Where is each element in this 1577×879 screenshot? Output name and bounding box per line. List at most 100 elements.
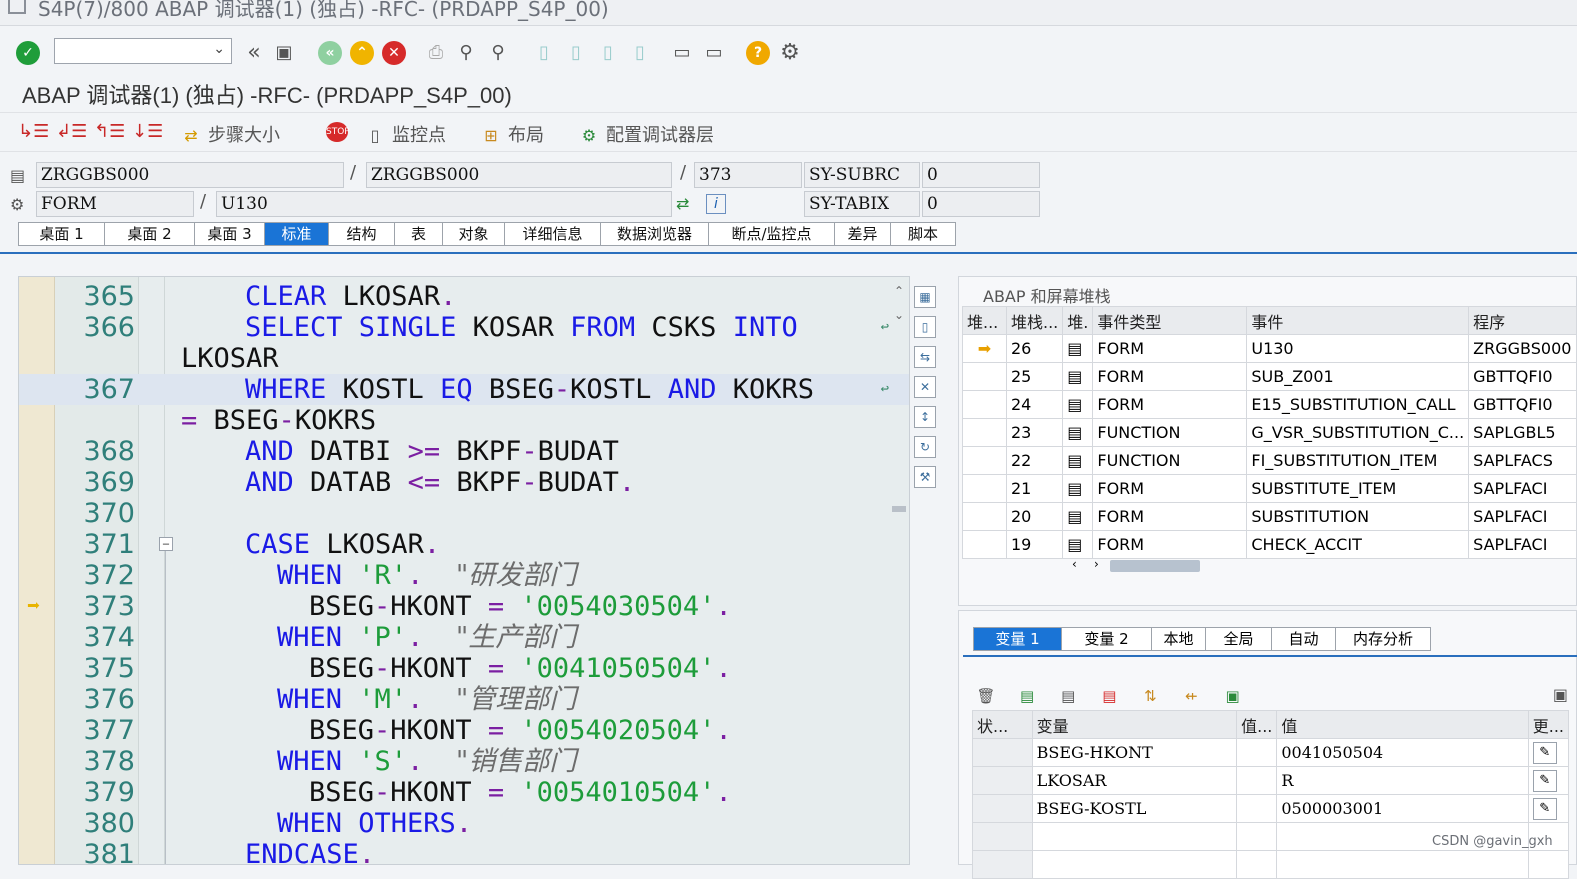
save-icon[interactable]: ▣ xyxy=(1553,685,1568,704)
tab-details[interactable]: 详细信息 xyxy=(505,223,601,245)
code-line[interactable]: = BSEG-KOKRS xyxy=(19,405,909,436)
column-header[interactable]: 状... xyxy=(972,710,1033,739)
tab-auto[interactable]: 自动 xyxy=(1272,628,1336,650)
import-icon[interactable]: ▣ xyxy=(1222,685,1244,707)
editor-scrollbar[interactable]: ⌃ ⌄ xyxy=(888,280,910,865)
scroll-right-icon[interactable]: › xyxy=(1094,557,1099,571)
step-into-icon[interactable]: ↳☰ xyxy=(18,121,49,142)
code-line[interactable]: 372 WHEN 'R'. "研发部门 xyxy=(19,560,909,591)
first-page-icon[interactable]: ▯ xyxy=(532,41,556,65)
table-row[interactable]: 24 ▤ FORM E15_SUBSTITUTION_CALL GBTTQFI0 xyxy=(962,390,1577,419)
tab-memory-analysis[interactable]: 内存分析 xyxy=(1336,628,1430,650)
table-row[interactable]: 19 ▤ FORM CHECK_ACCIT SAPLFACI xyxy=(962,530,1577,559)
stack-hscroll[interactable]: ‹ › xyxy=(1068,557,1208,572)
code-line[interactable]: 375 BSEG-HKONT = '0041050504'. xyxy=(19,653,909,684)
code-line[interactable]: 381 ENDCASE. xyxy=(19,839,909,864)
table-row[interactable]: LKOSAR R ✎ xyxy=(972,766,1570,795)
table-row[interactable]: 25 ▤ FORM SUB_Z001 GBTTQFI0 xyxy=(962,362,1577,391)
tab-desktop-2[interactable]: 桌面 2 xyxy=(105,223,195,245)
append-row-icon[interactable]: ▤ xyxy=(1057,685,1079,707)
code-line[interactable]: 369 AND DATAB <= BKPF-BUDAT. xyxy=(19,467,909,498)
watchpoint-button[interactable]: ▯ 监控点 xyxy=(364,121,446,147)
column-header[interactable]: 更... xyxy=(1527,710,1570,739)
fold-toggle-icon[interactable]: − xyxy=(159,537,173,551)
last-page-icon[interactable]: ▯ xyxy=(628,41,652,65)
tools-icon[interactable]: ⚒ xyxy=(914,466,936,488)
grid-icon[interactable]: ▦ xyxy=(914,286,936,308)
scroll-up-icon[interactable]: ⌃ xyxy=(894,284,904,298)
remove-row-icon[interactable]: ▤ xyxy=(1098,685,1120,707)
tab-desktop-3[interactable]: 桌面 3 xyxy=(195,223,265,245)
transfer-icon[interactable]: ⇅ xyxy=(1139,685,1161,707)
scroll-thumb[interactable] xyxy=(892,506,906,512)
step-over-icon[interactable]: ↲☰ xyxy=(56,121,87,142)
code-line[interactable]: 370 xyxy=(19,498,909,529)
tab-structure[interactable]: 结构 xyxy=(329,223,395,245)
scroll-thumb[interactable] xyxy=(1110,560,1200,572)
expand-icon[interactable]: ⇷ xyxy=(1180,685,1202,707)
tab-data-browser[interactable]: 数据浏览器 xyxy=(601,223,709,245)
table-row[interactable]: 20 ▤ FORM SUBSTITUTION SAPLFACI xyxy=(962,502,1577,531)
insert-row-icon[interactable]: ▤ xyxy=(1016,685,1038,707)
column-header[interactable]: 堆... xyxy=(962,306,1007,335)
tab-global[interactable]: 全局 xyxy=(1206,628,1272,650)
tab-script[interactable]: 脚本 xyxy=(891,223,955,245)
command-field[interactable]: ⌄ xyxy=(54,38,232,64)
column-header[interactable]: 值... xyxy=(1236,710,1278,739)
edit-pencil-icon[interactable]: ✎ xyxy=(1532,742,1557,764)
tab-variables-2[interactable]: 变量 2 xyxy=(1062,628,1152,650)
table-row[interactable]: BSEG-HKONT 0041050504 ✎ xyxy=(972,738,1570,767)
print-icon[interactable]: ⎙ xyxy=(424,41,448,65)
tab-desktop-1[interactable]: 桌面 1 xyxy=(19,223,105,245)
scroll-left-icon[interactable]: ‹ xyxy=(1072,557,1077,571)
code-line[interactable]: 367 WHERE KOSTL EQ BSEG-KOSTL AND KOKRS ↩ xyxy=(19,374,909,405)
column-header[interactable]: 堆栈... xyxy=(1005,306,1064,335)
column-header[interactable]: 堆. xyxy=(1062,306,1094,335)
source-code-editor[interactable]: 365 CLEAR LKOSAR. 366 SELECT SINGLE KOSAR F… xyxy=(18,276,910,865)
find-next-icon[interactable]: ⚲ xyxy=(486,41,510,65)
settings-gear-icon[interactable]: ⚙ xyxy=(778,41,802,65)
code-line[interactable]: 380 WHEN OTHERS. xyxy=(19,808,909,839)
scroll-down-icon[interactable]: ⌄ xyxy=(894,308,904,322)
continue-icon[interactable]: ↓☰ xyxy=(132,121,163,142)
table-row[interactable]: 23 ▤ FUNCTION G_VSR_SUBSTITUTION_C... SAPLGB… xyxy=(962,418,1577,447)
column-header[interactable]: 事件 xyxy=(1246,306,1470,335)
code-line[interactable]: LKOSAR xyxy=(19,343,909,374)
column-header[interactable]: 值 xyxy=(1276,710,1529,739)
help-icon[interactable]: ? xyxy=(746,41,770,65)
navigate-icon[interactable]: ⇄ xyxy=(676,194,689,213)
info-icon[interactable]: i xyxy=(706,194,726,214)
close-panel-icon[interactable]: ✕ xyxy=(914,376,936,398)
edit-pencil-icon[interactable]: ✎ xyxy=(1532,770,1557,792)
previous-page-icon[interactable]: ▯ xyxy=(564,41,588,65)
table-row[interactable]: 21 ▤ FORM SUBSTITUTE_ITEM SAPLFACI xyxy=(962,474,1577,503)
table-row[interactable]: ➡ 26 ▤ FORM U130 ZRGGBS000 xyxy=(962,334,1577,363)
new-session-icon[interactable]: ▭ xyxy=(670,41,694,65)
column-header[interactable]: 变量 xyxy=(1031,710,1238,739)
cancel-icon[interactable]: ✕ xyxy=(382,41,406,65)
tab-table[interactable]: 表 xyxy=(395,223,443,245)
delete-icon[interactable]: 🗑 xyxy=(975,685,997,707)
stop-button[interactable]: STOP xyxy=(326,121,354,142)
code-line[interactable]: 376 WHEN 'M'. "管理部门 xyxy=(19,684,909,715)
swap-icon[interactable]: ⇆ xyxy=(914,346,936,368)
tab-breakpoints[interactable]: 断点/监控点 xyxy=(709,223,835,245)
back-icon[interactable]: « xyxy=(318,41,342,65)
code-line[interactable]: 377 BSEG-HKONT = '0054020504'. xyxy=(19,715,909,746)
layout-button[interactable]: ⊞ 布局 xyxy=(480,121,544,147)
refresh-icon[interactable]: ↻ xyxy=(914,436,936,458)
code-line[interactable]: 379 BSEG-HKONT = '0054010504'. xyxy=(19,777,909,808)
code-line[interactable]: 371 CASE LKOSAR. − xyxy=(19,529,909,560)
config-layer-button[interactable]: ⚙ 配置调试器层 xyxy=(578,121,714,147)
table-row[interactable]: BSEG-KOSTL 0500003001 ✎ xyxy=(972,794,1570,823)
code-line[interactable]: 374 WHEN 'P'. "生产部门 xyxy=(19,622,909,653)
table-row[interactable]: 22 ▤ FUNCTION FI_SUBSTITUTION_ITEM SAPLFACS xyxy=(962,446,1577,475)
tab-standard[interactable]: 标准 xyxy=(265,223,329,245)
shortcut-icon[interactable]: ▭ xyxy=(702,41,726,65)
resize-icon[interactable]: ↕ xyxy=(914,406,936,428)
tab-variables-1[interactable]: 变量 1 xyxy=(974,628,1062,650)
step-size-button[interactable]: ⇄ 步骤大小 xyxy=(180,121,280,147)
edit-pencil-icon[interactable]: ✎ xyxy=(1532,798,1557,820)
find-icon[interactable]: ⚲ xyxy=(454,41,478,65)
next-page-icon[interactable]: ▯ xyxy=(596,41,620,65)
